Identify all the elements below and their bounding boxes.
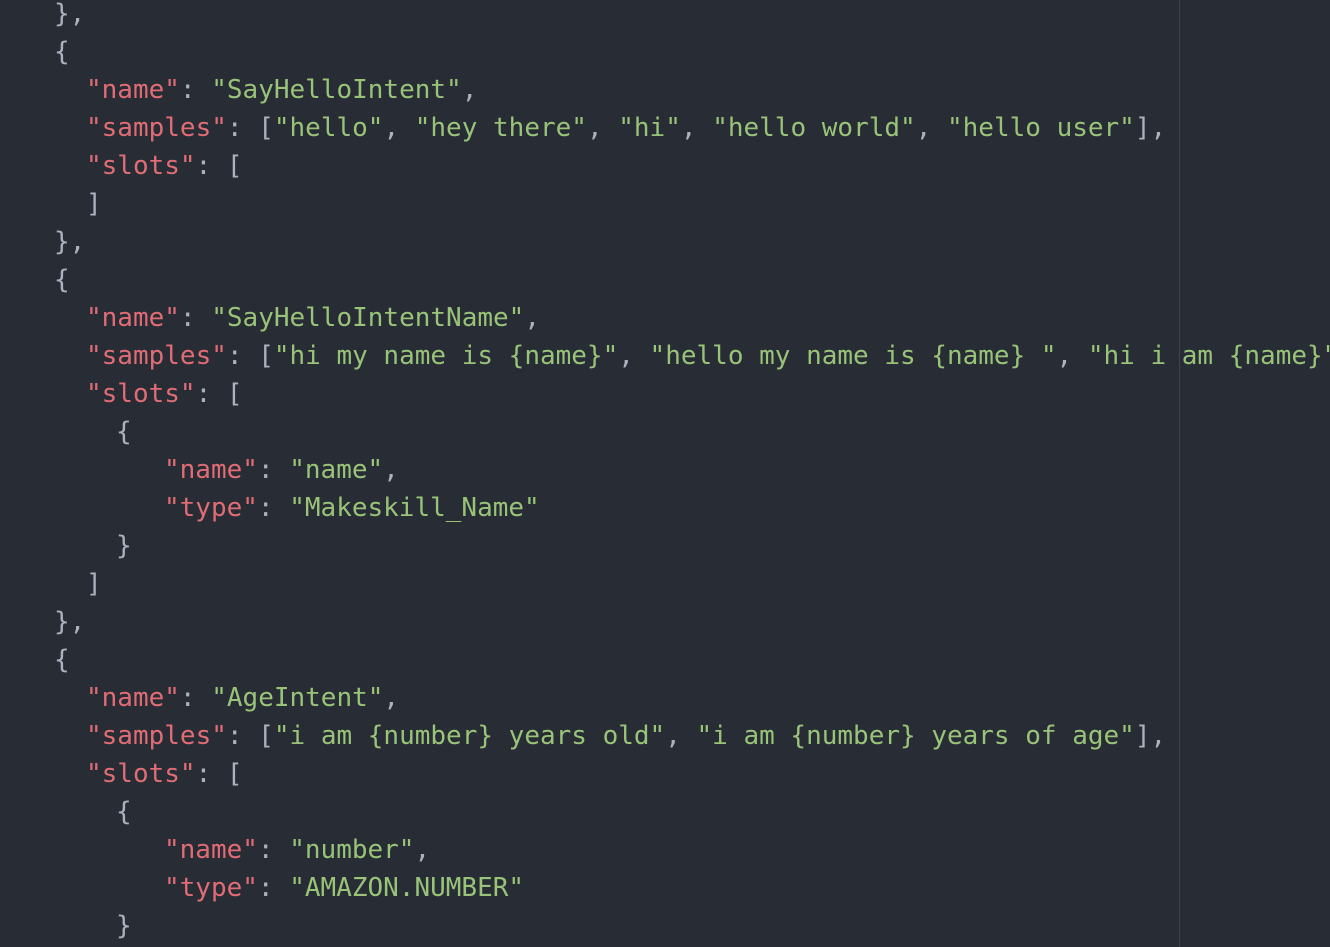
code-line: { xyxy=(54,261,70,299)
json-string: "SayHelloIntent" xyxy=(211,75,462,105)
code-line: "name": "SayHelloIntentName", xyxy=(86,299,540,337)
code-punctuation: , xyxy=(524,303,540,333)
json-key: "slots" xyxy=(86,759,196,789)
code-line: "samples": ["hello", "hey there", "hi", … xyxy=(86,109,1166,147)
code-line: "slots": [ xyxy=(86,755,243,793)
json-string: "hello user" xyxy=(947,113,1135,143)
json-key: "name" xyxy=(86,303,180,333)
code-line: "name": "name", xyxy=(164,451,399,489)
code-punctuation: , xyxy=(383,683,400,713)
json-string: "Makeskill_Name" xyxy=(289,493,540,523)
json-key: "name" xyxy=(86,683,180,713)
json-string: "i am {number} years old" xyxy=(273,721,666,751)
code-line: ] xyxy=(86,185,102,223)
code-line: "slots": [ xyxy=(86,147,243,185)
code-punctuation: , xyxy=(618,341,650,371)
code-punctuation: , xyxy=(383,455,399,485)
json-key: "samples" xyxy=(86,113,227,143)
json-key: "slots" xyxy=(86,151,196,181)
json-string: "hello my name is {name} " xyxy=(649,341,1057,371)
code-line: }, xyxy=(54,0,85,33)
code-line: "samples": ["i am {number} years old", "… xyxy=(86,717,1166,755)
json-string: "number" xyxy=(289,835,415,865)
json-string: "hi i am {name}" xyxy=(1087,341,1330,371)
code-line: }, xyxy=(54,223,85,261)
json-string: "AMAZON.NUMBER" xyxy=(289,873,525,903)
code-line: { xyxy=(116,793,132,831)
json-key: "samples" xyxy=(86,721,227,751)
code-punctuation: : xyxy=(257,873,290,903)
code-punctuation: { xyxy=(116,797,132,827)
wrap-guide xyxy=(1179,0,1180,947)
code-punctuation: } xyxy=(116,531,132,561)
code-punctuation: , xyxy=(383,113,415,143)
json-string: "hello world" xyxy=(712,113,916,143)
code-punctuation: { xyxy=(54,37,70,67)
code-punctuation: ] xyxy=(86,189,102,219)
code-line: { xyxy=(54,33,70,71)
json-string: "i am {number} years of age" xyxy=(696,721,1135,751)
code-punctuation: : xyxy=(257,835,290,865)
json-key: "type" xyxy=(164,493,258,523)
code-line: { xyxy=(54,641,70,679)
json-key: "slots" xyxy=(86,379,196,409)
json-key: "name" xyxy=(164,455,258,485)
code-line: "name": "SayHelloIntent", xyxy=(86,71,477,109)
code-line: "slots": [ xyxy=(86,375,243,413)
code-line: "samples": ["hi my name is {name}", "hel… xyxy=(86,337,1330,375)
code-line: } xyxy=(116,907,132,945)
code-punctuation: }, xyxy=(54,607,86,637)
code-punctuation: : xyxy=(257,455,290,485)
json-string: "hi" xyxy=(618,113,681,143)
code-punctuation: { xyxy=(54,265,70,295)
code-area[interactable]: },{"name": "SayHelloIntent", "samples": [… xyxy=(0,0,1330,947)
code-punctuation: , xyxy=(665,721,697,751)
code-punctuation: : xyxy=(257,493,290,523)
code-punctuation: , xyxy=(680,113,713,143)
json-key: "name" xyxy=(86,75,180,105)
code-punctuation: }, xyxy=(54,0,86,29)
code-punctuation: : [ xyxy=(195,151,243,181)
code-punctuation: : xyxy=(179,683,212,713)
code-line: "name": "AgeIntent", xyxy=(86,679,399,717)
code-line: "type": "AMAZON.NUMBER" xyxy=(164,869,524,907)
code-punctuation: { xyxy=(116,417,132,447)
code-punctuation: : [ xyxy=(195,379,243,409)
json-key: "name" xyxy=(164,835,258,865)
json-string: "hey there" xyxy=(414,113,587,143)
json-string: "name" xyxy=(289,455,384,485)
code-line: "name": "number", xyxy=(164,831,430,869)
code-punctuation: { xyxy=(54,645,70,675)
code-punctuation: ], xyxy=(1134,721,1167,751)
code-line: } xyxy=(116,527,132,565)
code-line: ] xyxy=(86,565,102,603)
code-punctuation: , xyxy=(586,113,619,143)
code-punctuation: : xyxy=(179,303,212,333)
code-punctuation: , xyxy=(1056,341,1088,371)
code-line: }, xyxy=(54,603,85,641)
code-punctuation: } xyxy=(116,911,132,941)
code-editor[interactable]: },{"name": "SayHelloIntent", "samples": [… xyxy=(0,0,1330,947)
code-punctuation: : [ xyxy=(226,341,274,371)
code-punctuation: , xyxy=(915,113,947,143)
json-string: "SayHelloIntentName" xyxy=(211,303,525,333)
code-punctuation: , xyxy=(461,75,478,105)
code-punctuation: }, xyxy=(54,227,86,257)
json-key: "type" xyxy=(164,873,258,903)
json-string: "AgeIntent" xyxy=(211,683,384,713)
code-punctuation: : xyxy=(179,75,212,105)
code-punctuation: : [ xyxy=(226,721,274,751)
code-punctuation: ] xyxy=(86,569,102,599)
json-string: "hello" xyxy=(273,113,384,143)
code-line: { xyxy=(116,413,132,451)
json-key: "samples" xyxy=(86,341,227,371)
code-line: "type": "Makeskill_Name" xyxy=(164,489,540,527)
json-string: "hi my name is {name}" xyxy=(273,341,619,371)
code-punctuation: ], xyxy=(1134,113,1167,143)
code-punctuation: : [ xyxy=(195,759,243,789)
code-punctuation: : [ xyxy=(226,113,274,143)
code-punctuation: , xyxy=(414,835,431,865)
